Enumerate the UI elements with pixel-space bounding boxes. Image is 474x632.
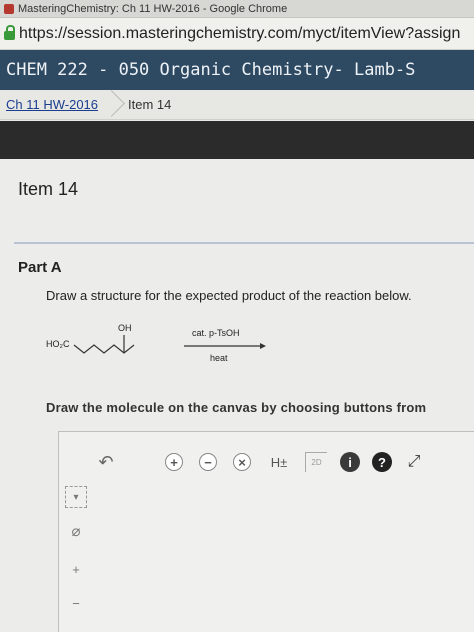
clear-icon[interactable]: × — [231, 452, 253, 472]
info-icon[interactable]: i — [339, 452, 361, 472]
molecule-editor[interactable]: ↶ + − × H± 2D i ? ⤢ ▾ ⌀ + − — [58, 431, 474, 632]
reactant-carboxylic-acid-label: HO₂C — [46, 339, 70, 349]
help-glyph: ? — [372, 452, 392, 472]
breadcrumb-assignment-link[interactable]: Ch 11 HW-2016 — [0, 97, 98, 112]
hydrogen-toggle-button[interactable]: H± — [265, 452, 293, 472]
charge-minus-icon[interactable]: − — [65, 592, 87, 614]
reaction-scheme: HO₂C OH cat. p-TsOH heat — [46, 323, 266, 363]
section-divider — [14, 242, 474, 244]
zoom-in-glyph: + — [165, 453, 183, 471]
part-title: Part A — [18, 259, 62, 276]
window-title: MasteringChemistry: Ch 11 HW-2016 - Goog… — [18, 2, 288, 15]
chevron-right-icon — [106, 90, 120, 120]
expand-icon[interactable]: ⤢ — [403, 452, 425, 472]
reagent-label: cat. p-TsOH — [192, 328, 240, 338]
reactant-hydroxyl-label: OH — [118, 323, 132, 333]
breadcrumb: Ch 11 HW-2016 Item 14 — [0, 90, 474, 120]
item-title: Item 14 — [18, 179, 79, 199]
address-bar[interactable]: https://session.masteringchemistry.com/m… — [0, 18, 474, 50]
help-icon[interactable]: ? — [371, 452, 393, 472]
undo-icon[interactable]: ↶ — [95, 452, 117, 472]
mastering-favicon-icon — [4, 3, 14, 14]
course-header: CHEM 222 - 050 Organic Chemistry- Lamb-S — [0, 50, 474, 90]
dimension-toggle-icon[interactable]: 2D — [305, 452, 327, 472]
zoom-out-glyph: − — [199, 453, 217, 471]
url-text[interactable]: https://session.masteringchemistry.com/m… — [19, 25, 460, 43]
breadcrumb-current-item: Item 14 — [128, 97, 172, 112]
lock-icon — [4, 25, 15, 40]
select-tool-icon[interactable]: ▾ — [65, 486, 87, 508]
eraser-icon[interactable]: ⌀ — [65, 520, 87, 542]
browser-title-bar: MasteringChemistry: Ch 11 HW-2016 - Goog… — [0, 0, 474, 18]
item-content: Item 14 Part A Draw a structure for the … — [0, 159, 474, 632]
zoom-in-icon[interactable]: + — [163, 452, 185, 472]
condition-label: heat — [210, 353, 228, 363]
reaction-arrowhead — [260, 343, 266, 349]
navigation-band — [0, 121, 474, 159]
charge-plus-icon[interactable]: + — [65, 558, 87, 580]
zoom-out-icon[interactable]: − — [197, 452, 219, 472]
editor-side-toolbar: ▾ ⌀ + − — [59, 480, 89, 632]
question-prompt: Draw a structure for the expected produc… — [46, 288, 412, 303]
drawing-instruction: Draw the molecule on the canvas by choos… — [46, 400, 427, 415]
reactant-chain-bonds — [73, 344, 135, 354]
clear-glyph: × — [233, 453, 251, 471]
info-glyph: i — [340, 452, 360, 472]
course-title: CHEM 222 - 050 Organic Chemistry- Lamb-S — [6, 60, 416, 80]
